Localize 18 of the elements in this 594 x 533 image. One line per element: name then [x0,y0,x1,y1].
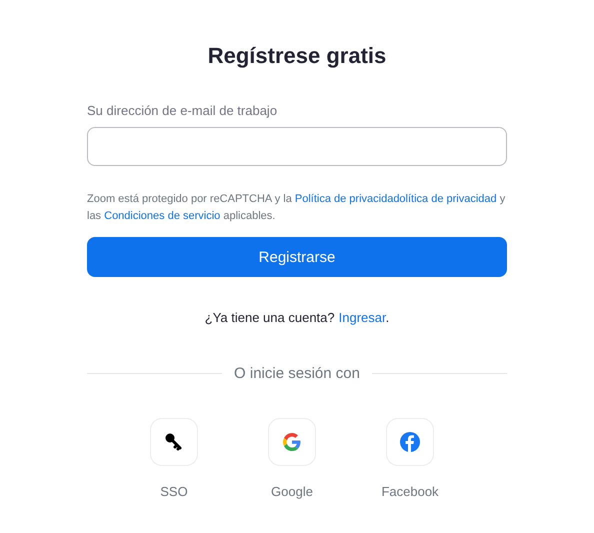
email-field[interactable] [87,127,507,166]
policy-link[interactable]: Política de privacidadolítica de privacidad [294,193,497,205]
key-icon [164,432,184,452]
divider-text: O inicie sesión con [234,365,360,382]
register-button[interactable]: Registrarse [87,237,507,277]
login-link[interactable]: Ingresar [338,310,386,325]
provider-button[interactable] [150,418,198,466]
recaptcha-notice: Zoom está protegido por reCAPTCHA y la Política de privacidadolítica de privacidad y las Condiciones de servicio aplicables. [87,192,506,224]
provider-label: Google [271,484,313,499]
page-title: Regístrese gratis [208,42,386,70]
provider-label: SSO [160,484,188,499]
account-question: ¿Ya tiene una cuenta? [204,310,335,325]
policy-link[interactable]: Condiciones de servicio [104,210,220,222]
facebook-icon [400,432,420,452]
field-label: Su dirección de e-mail de trabajo [87,103,278,119]
google-icon [283,433,301,451]
provider-label: Facebook [381,484,439,499]
period-text: . [386,310,390,325]
